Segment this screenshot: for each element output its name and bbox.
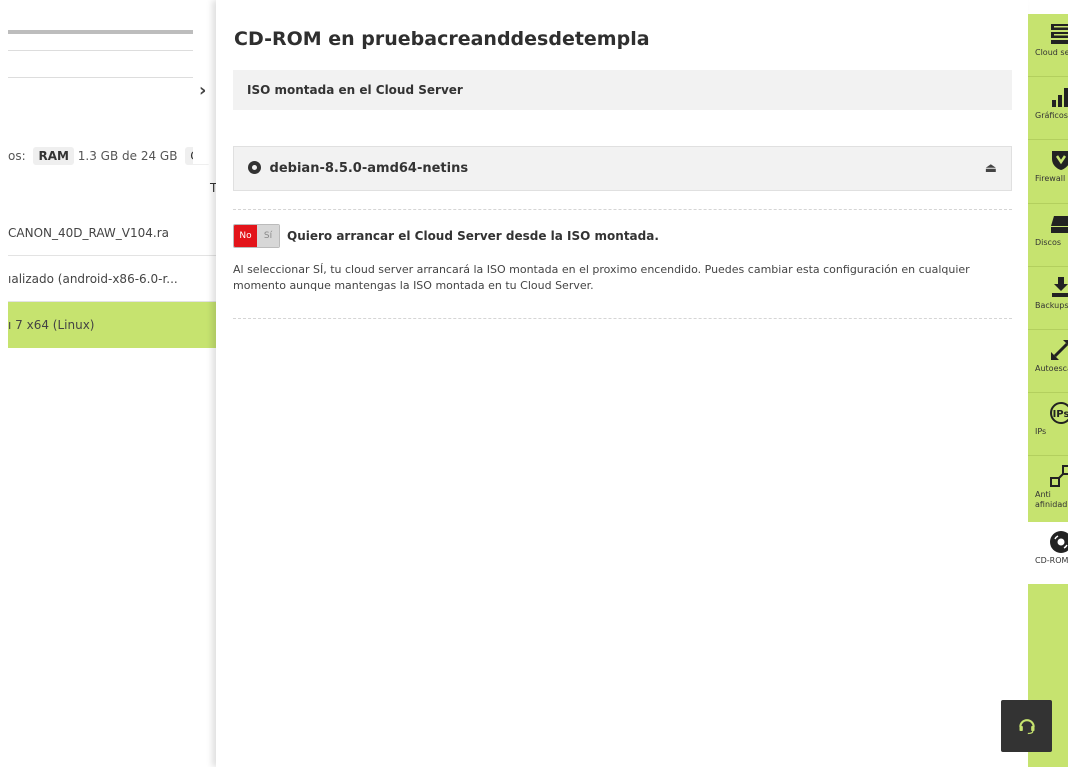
divider [8, 50, 216, 51]
iso-name: debian-8.5.0-amd64-netins [269, 161, 469, 176]
svg-text:IPs: IPs [1053, 409, 1068, 420]
sidebar-item-label: IPs [1035, 427, 1047, 436]
resource-prefix: os: [8, 149, 26, 163]
sidebar-item-anti-afinidad[interactable]: Anti afinidad [1028, 456, 1068, 520]
page-title: CD-ROM en pruebacreanddesdetempla [234, 28, 650, 50]
resource-summary: os: RAM 1.3 GB de 24 GB Cc [8, 147, 211, 165]
row-text: CANON_40D_RAW_V104.ra [8, 226, 169, 240]
boot-label: Quiero arrancar el Cloud Server desde la… [287, 229, 659, 243]
headset-icon [1019, 719, 1035, 735]
sidebar-item-label: Anti afinidad [1035, 490, 1068, 509]
sidebar-item-discos[interactable]: Discos [1028, 204, 1068, 266]
table-row[interactable]: ıalizado (android-x86-6.0-r... [8, 256, 216, 302]
ip-icon: IPs [1050, 402, 1068, 424]
chevron-right-icon: › [199, 80, 207, 101]
boot-toggle[interactable]: No Sí [233, 224, 280, 248]
sidebar-item-ips[interactable]: IPs IPs [1028, 393, 1068, 455]
sidebar-item-label: Autoescalado [1035, 364, 1068, 373]
help-chat-button[interactable] [1001, 700, 1052, 752]
disk-icon [1051, 216, 1068, 233]
sidebar-item-label: Cloud server [1035, 48, 1068, 57]
sidebar-item-cloud-server[interactable]: Cloud server [1028, 14, 1068, 76]
right-sidebar: Cloud server Gráficos Firewall Discos Ba… [1028, 14, 1068, 767]
ram-pill: RAM [33, 147, 74, 165]
collapse-panel-button[interactable]: › [193, 14, 217, 164]
anti-affinity-icon [1050, 465, 1068, 487]
download-icon [1052, 277, 1068, 297]
shield-icon [1052, 151, 1068, 170]
eject-icon[interactable]: ⏏ [985, 147, 997, 190]
sidebar-item-label: Firewall [1035, 174, 1066, 183]
toggle-no[interactable]: No [234, 225, 257, 247]
sidebar-item-label: Discos [1035, 238, 1062, 247]
disc-icon [248, 161, 261, 174]
sidebar-item-autoescalado[interactable]: Autoescalado [1028, 330, 1068, 392]
cdrom-panel: CD-ROM en pruebacreanddesdetempla ISO mo… [216, 0, 1028, 767]
sidebar-item-graficos[interactable]: Gráficos [1028, 77, 1068, 139]
resize-icon [1051, 340, 1068, 360]
row-text: ı 7 x64 (Linux) [8, 318, 95, 332]
sidebar-item-label: Gráficos [1035, 111, 1068, 120]
sidebar-item-firewall[interactable]: Firewall [1028, 140, 1068, 202]
mounted-iso-box: debian-8.5.0-amd64-netins ⏏ [233, 146, 1012, 191]
iso-section-header: ISO montada en el Cloud Server [233, 70, 1012, 110]
background-list: os: RAM 1.3 GB de 24 GB Cc CANON_40D_RAW… [0, 0, 216, 767]
bar-chart-icon [1052, 88, 1068, 107]
divider [233, 209, 1012, 210]
sidebar-item-backups[interactable]: Backups [1028, 267, 1068, 329]
divider [233, 318, 1012, 319]
cd-icon [1050, 531, 1068, 553]
server-icon [1051, 24, 1068, 44]
ram-label: RAM [38, 149, 69, 163]
ram-value: 1.3 GB de 24 GB [77, 149, 178, 163]
toggle-si[interactable]: Sí [257, 225, 279, 247]
table-row-selected[interactable]: ı 7 x64 (Linux) [8, 302, 216, 348]
table-row[interactable]: CANON_40D_RAW_V104.ra [8, 210, 216, 256]
divider [8, 77, 216, 78]
sidebar-item-label: CD-ROM [1035, 556, 1068, 565]
row-text: ıalizado (android-x86-6.0-r... [8, 272, 178, 286]
boot-description: Al seleccionar SÍ, tu cloud server arran… [233, 263, 970, 292]
sidebar-item-cd-rom[interactable]: CD-ROM [1028, 522, 1068, 584]
boot-from-iso-row: No Sí Quiero arrancar el Cloud Server de… [233, 224, 659, 248]
sidebar-item-label: Backups [1035, 301, 1068, 310]
background-tab-bar [8, 30, 198, 34]
